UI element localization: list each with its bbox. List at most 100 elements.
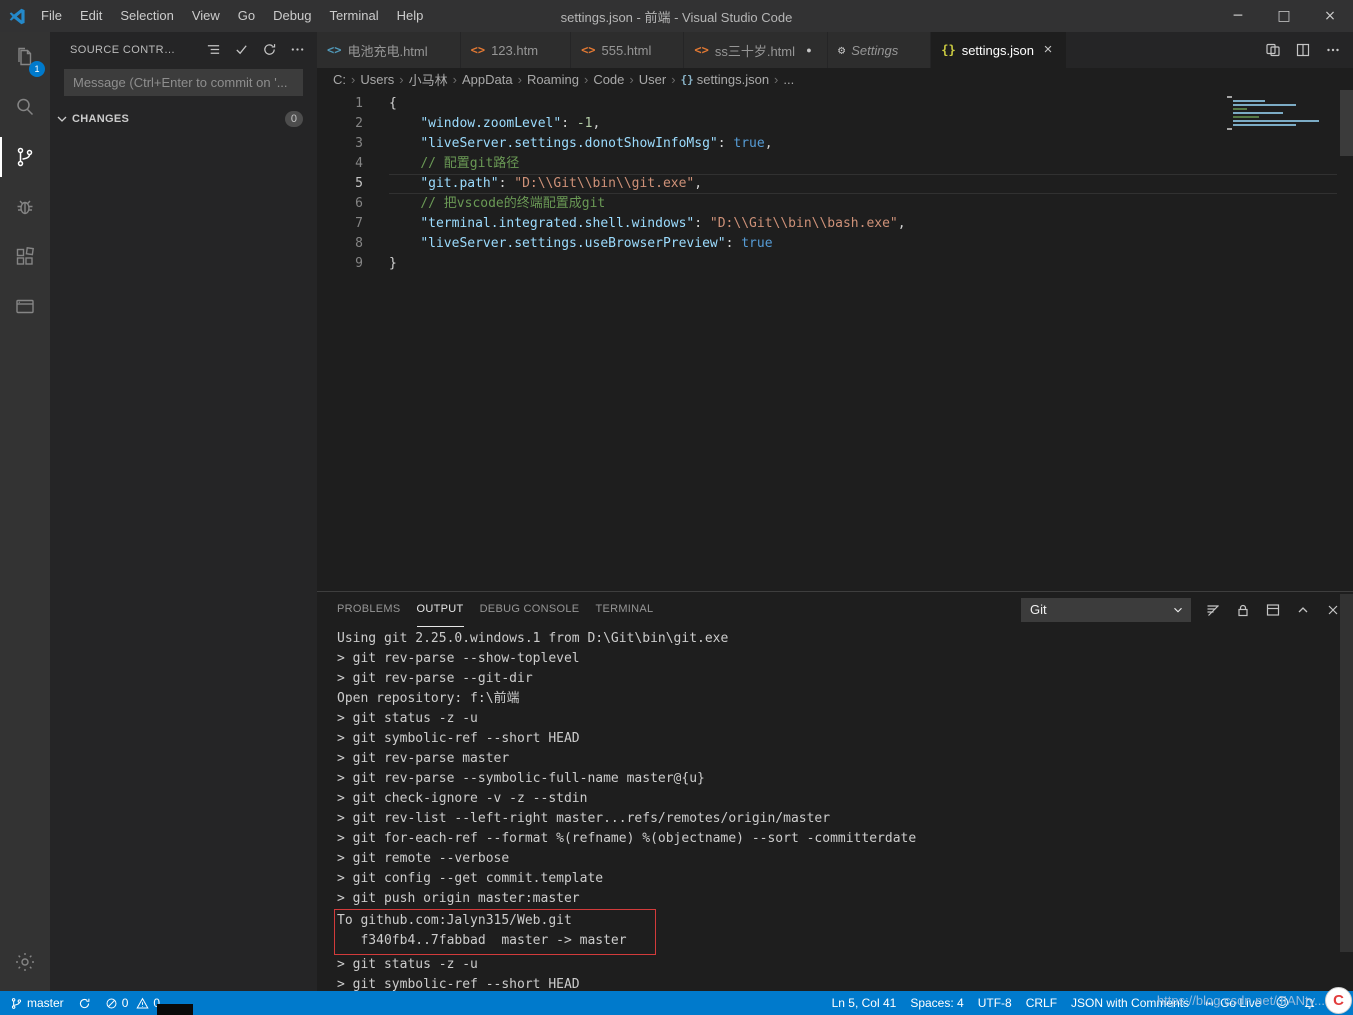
breadcrumb-item[interactable]: Code (593, 72, 624, 87)
browser-preview-icon[interactable] (0, 282, 50, 332)
menu-item[interactable]: Edit (71, 0, 111, 32)
settings-gear-icon[interactable] (0, 937, 50, 987)
eol[interactable]: CRLF (1019, 991, 1064, 1015)
chevron-right-icon: › (671, 72, 675, 87)
cursor-position[interactable]: Ln 5, Col 41 (822, 991, 904, 1015)
panel-tab-problems[interactable]: PROBLEMS (337, 592, 401, 627)
clear-output-icon[interactable] (1205, 602, 1221, 618)
search-icon[interactable] (0, 82, 50, 132)
commit-check-icon[interactable] (234, 42, 249, 57)
window-title: settings.json - 前端 - Visual Studio Code (561, 7, 793, 26)
menu-item[interactable]: View (183, 0, 229, 32)
line-number: 8 (317, 234, 363, 254)
chevron-right-icon: › (453, 72, 457, 87)
more-actions-icon[interactable] (290, 42, 305, 57)
line-number: 3 (317, 134, 363, 154)
breadcrumb-item[interactable]: C: (333, 72, 346, 87)
changes-section-header[interactable]: CHANGES 0 (50, 108, 317, 130)
code-line: 6 // 把vscode的终端配置成git (317, 194, 1353, 214)
output-line: > git remote --verbose (337, 849, 1353, 869)
code-text[interactable]: // 把vscode的终端配置成git (389, 194, 1353, 214)
editor-tab[interactable]: <>电池充电.html× (317, 32, 461, 68)
output-channel-select[interactable]: Git (1021, 598, 1191, 622)
code-text[interactable]: { (389, 94, 1353, 114)
breadcrumb-item[interactable]: ... (783, 72, 794, 87)
menu-item[interactable]: Terminal (320, 0, 387, 32)
code-line: 2 "window.zoomLevel": -1, (317, 114, 1353, 134)
split-editor-icon[interactable] (1295, 42, 1311, 58)
panel-controls: Git (1021, 598, 1341, 622)
refresh-icon[interactable] (262, 42, 277, 57)
modified-dot-icon[interactable]: ● (801, 42, 817, 58)
breadcrumb-item[interactable]: User (639, 72, 666, 87)
code-text[interactable]: "terminal.integrated.shell.windows": "D:… (389, 214, 1353, 234)
close-panel-icon[interactable] (1325, 602, 1341, 618)
code-text[interactable]: "window.zoomLevel": -1, (389, 114, 1353, 134)
output-line: > git for-each-ref --format %(refname) %… (337, 829, 1353, 849)
editor-tab[interactable]: <>123.htm× (461, 32, 571, 68)
commit-message-input[interactable] (64, 69, 303, 96)
source-control-icon[interactable] (0, 132, 50, 182)
chevron-right-icon: › (351, 72, 355, 87)
scroll-lock-icon[interactable] (1235, 602, 1251, 618)
close-icon[interactable]: × (1040, 42, 1056, 58)
editor-tab[interactable]: <>ss三十岁.html● (684, 32, 828, 68)
maximize-panel-icon[interactable] (1295, 602, 1311, 618)
branch-indicator[interactable]: master (0, 991, 71, 1015)
csdn-logo: C (1325, 987, 1352, 1014)
menu-item[interactable]: Selection (111, 0, 182, 32)
menu-item[interactable]: Debug (264, 0, 320, 32)
debug-icon[interactable] (0, 182, 50, 232)
sync-icon[interactable] (71, 991, 98, 1015)
extensions-icon[interactable] (0, 232, 50, 282)
code-text[interactable]: "liveServer.settings.donotShowInfoMsg": … (389, 134, 1353, 154)
encoding[interactable]: UTF-8 (971, 991, 1019, 1015)
menu-item[interactable]: Help (388, 0, 433, 32)
panel-scrollbar[interactable] (1340, 594, 1353, 952)
code-line: 4 // 配置git路径 (317, 154, 1353, 174)
panel-tab-debug-console[interactable]: DEBUG CONSOLE (480, 592, 580, 627)
editor-tab[interactable]: {}settings.json× (931, 32, 1067, 68)
view-as-tree-icon[interactable] (206, 42, 221, 57)
notifications-bell-icon[interactable] (1296, 991, 1323, 1015)
output-line: > git rev-parse --show-toplevel (337, 649, 1353, 669)
feedback-smiley-icon[interactable]: ☺ (1268, 991, 1296, 1015)
explorer-icon[interactable]: 1 (0, 32, 50, 82)
maximize-button[interactable]: □ (1261, 0, 1307, 32)
minimap[interactable] (1227, 96, 1337, 132)
warning-icon (136, 997, 149, 1010)
editor-tab[interactable]: ⚙Settings× (828, 32, 931, 68)
breadcrumb-item[interactable]: {}settings.json (681, 72, 770, 87)
go-live-button[interactable]: Go Live (1196, 991, 1268, 1015)
minimize-button[interactable]: ─ (1215, 0, 1261, 32)
editor-scrollbar[interactable] (1340, 90, 1353, 156)
line-number: 6 (317, 194, 363, 214)
code-text[interactable]: // 配置git路径 (389, 154, 1353, 174)
close-button[interactable]: × (1307, 0, 1353, 32)
code-text[interactable]: } (389, 254, 1353, 274)
panel-tab-terminal[interactable]: TERMINAL (595, 592, 653, 627)
breadcrumb-item[interactable]: Roaming (527, 72, 579, 87)
open-changes-icon[interactable] (1265, 42, 1281, 58)
menu-item[interactable]: File (32, 0, 71, 32)
code-line: 3 "liveServer.settings.donotShowInfoMsg"… (317, 134, 1353, 154)
code-editor[interactable]: 1{2 "window.zoomLevel": -1,3 "liveServer… (317, 90, 1353, 591)
more-actions-icon[interactable] (1325, 42, 1341, 58)
line-number: 9 (317, 254, 363, 274)
language-mode[interactable]: JSON with Comments (1064, 991, 1196, 1015)
breadcrumb-item[interactable]: AppData (462, 72, 513, 87)
menu-item[interactable]: Go (229, 0, 264, 32)
tab-bar: <>电池充电.html×<>123.htm×<>555.html×<>ss三十岁… (317, 32, 1353, 68)
panel-header: PROBLEMS OUTPUT DEBUG CONSOLE TERMINAL Git (317, 592, 1353, 627)
breadcrumb-item[interactable]: Users (360, 72, 394, 87)
output-content[interactable]: Using git 2.25.0.windows.1 from D:\Git\b… (317, 627, 1353, 991)
panel-tab-output[interactable]: OUTPUT (417, 592, 464, 627)
code-text[interactable]: "git.path": "D:\\Git\\bin\\git.exe", (389, 174, 1337, 194)
indentation[interactable]: Spaces: 4 (903, 991, 970, 1015)
file-type-icon: {} (941, 43, 955, 57)
code-line: 5 "git.path": "D:\\Git\\bin\\git.exe", (317, 174, 1353, 194)
code-text[interactable]: "liveServer.settings.useBrowserPreview":… (389, 234, 1353, 254)
breadcrumb-item[interactable]: 小马林 (409, 70, 448, 89)
split-panel-icon[interactable] (1265, 602, 1281, 618)
editor-tab[interactable]: <>555.html× (571, 32, 684, 68)
